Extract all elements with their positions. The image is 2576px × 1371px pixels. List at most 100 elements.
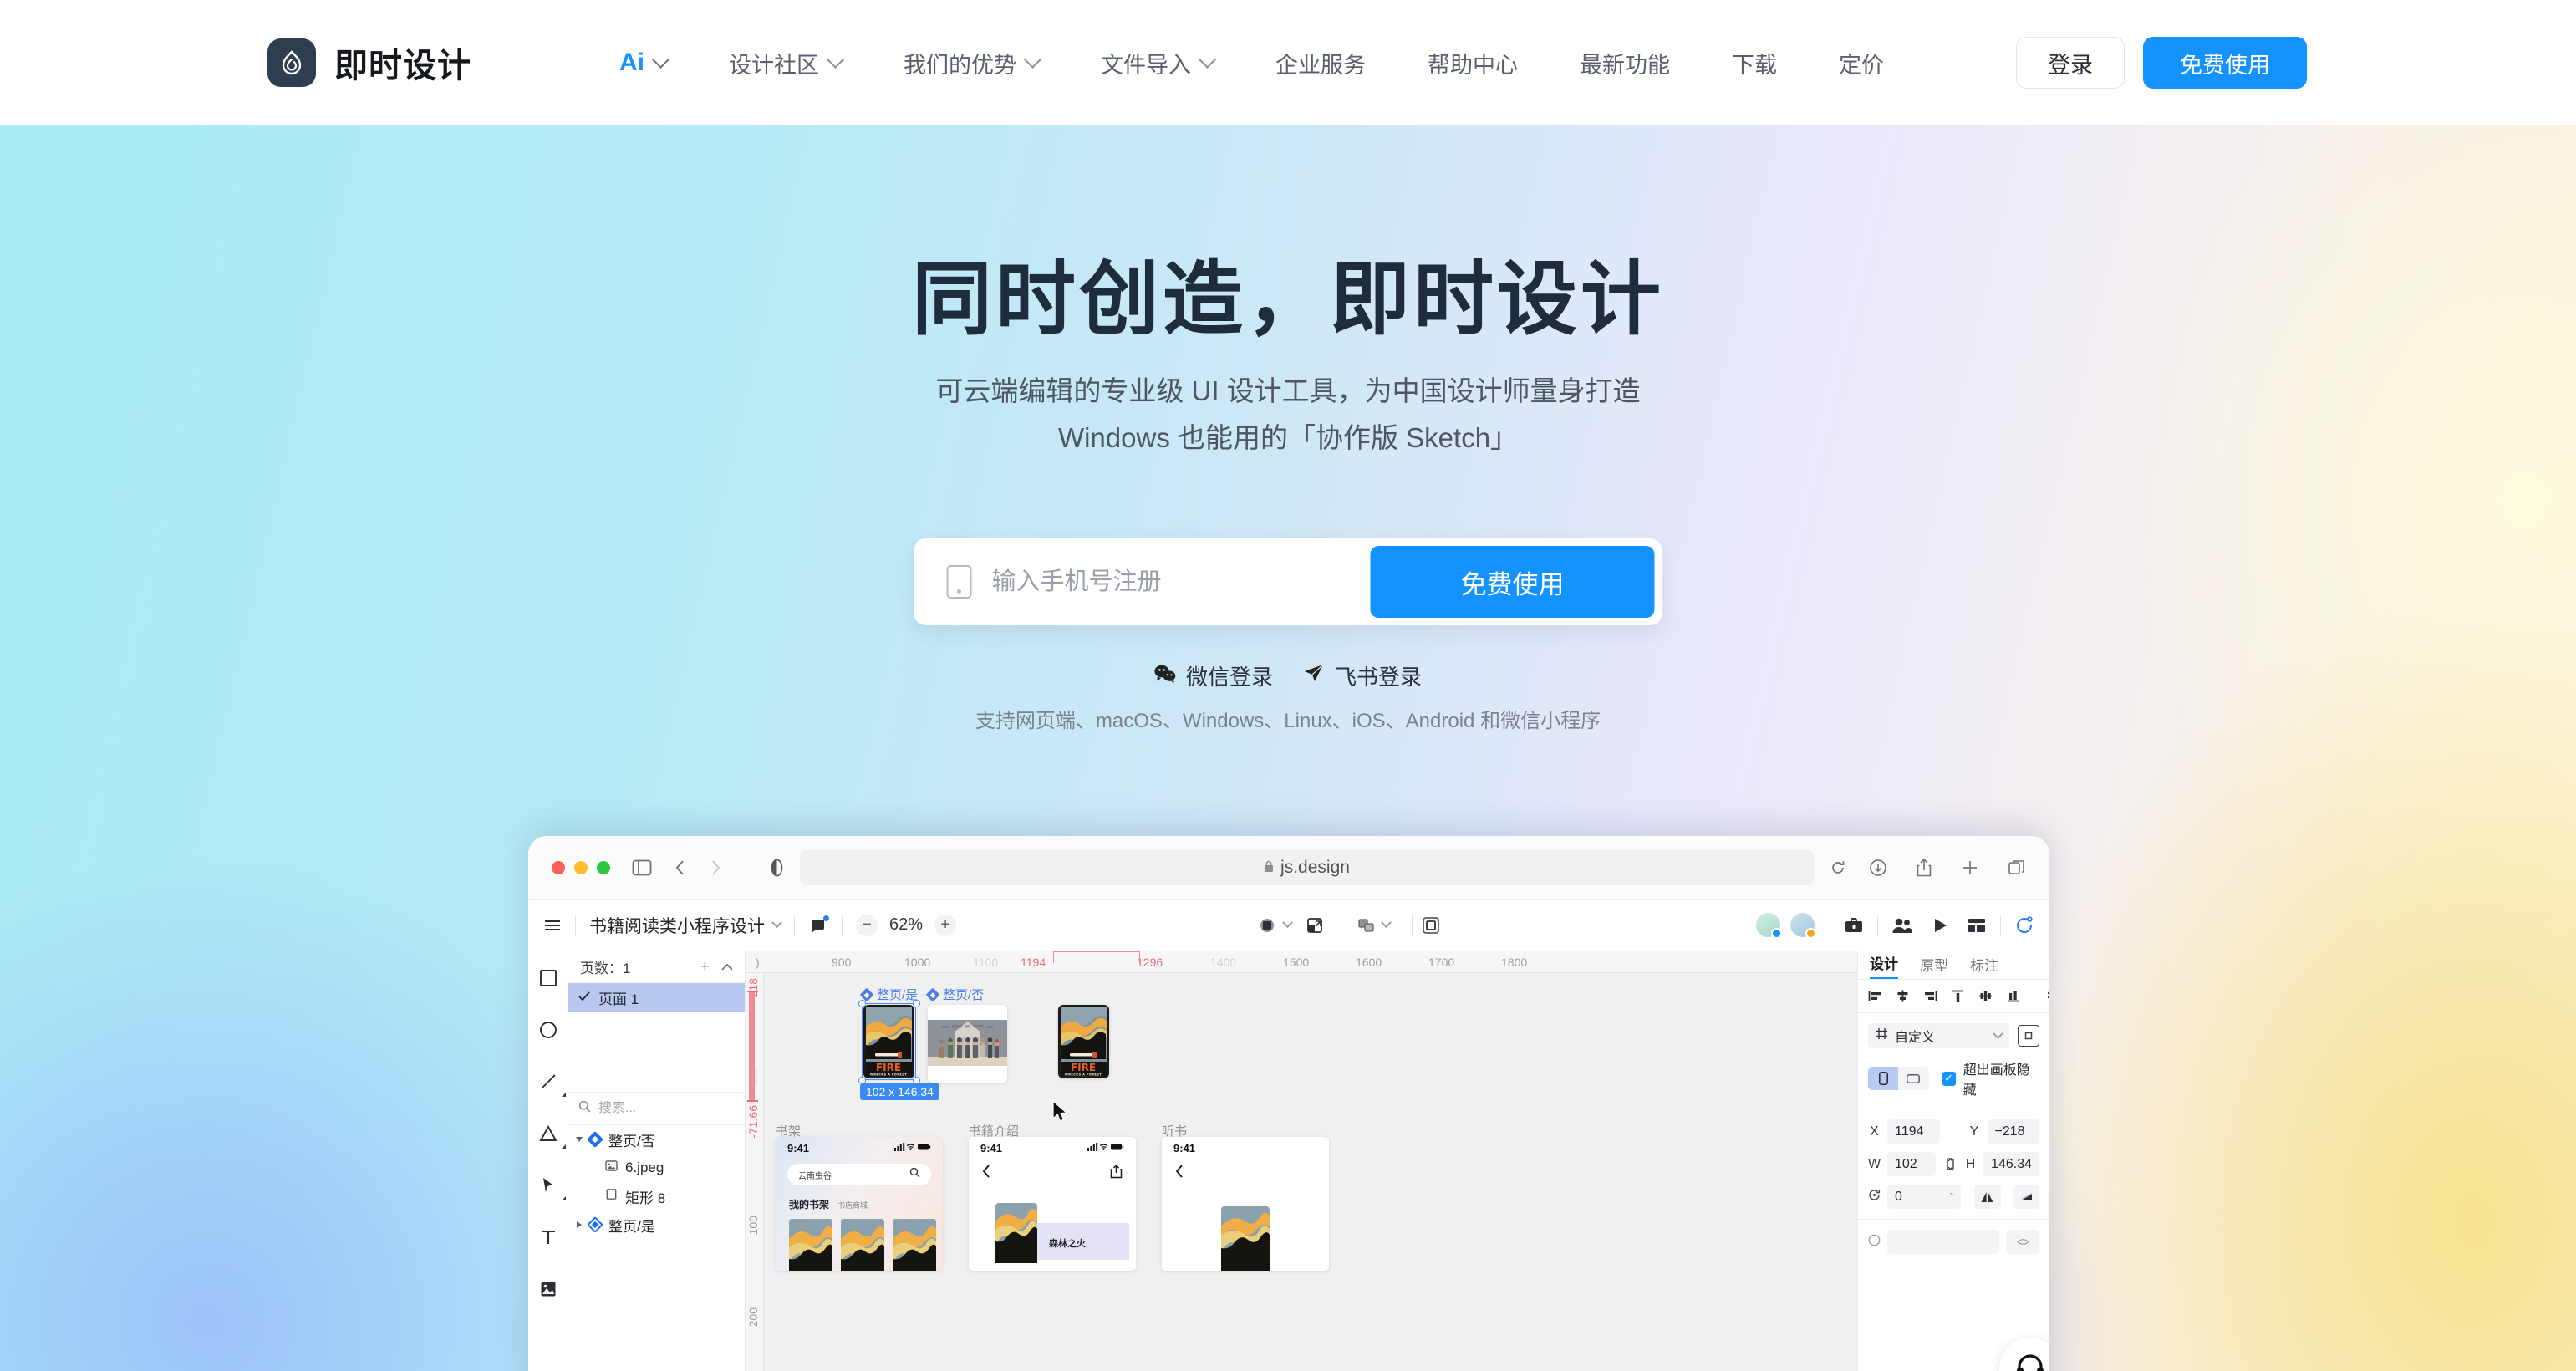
distribute-icon[interactable] — [2047, 991, 2049, 1002]
tab-my-bookshelf[interactable]: 我的书架 — [789, 1197, 829, 1211]
pen-tool[interactable] — [537, 1174, 566, 1200]
tab-bookstore[interactable]: 书店商城 — [837, 1200, 868, 1210]
h-input[interactable]: 146.34 — [1983, 1152, 2039, 1176]
minimize-window-icon[interactable] — [574, 860, 588, 874]
chevron-down-icon[interactable] — [1281, 917, 1293, 929]
nav-item-help[interactable]: 帮助中心 — [1397, 47, 1549, 79]
close-window-icon[interactable] — [552, 860, 565, 874]
brand-logo-group[interactable]: 即时设计 — [267, 38, 471, 87]
w-input[interactable]: 102 — [1887, 1152, 1937, 1176]
nav-item-enterprise[interactable]: 企业服务 — [1245, 47, 1397, 79]
phone-screen-book-detail[interactable]: 9:41 森林之火 — [969, 1137, 1136, 1271]
wechat-login-button[interactable]: 微信登录 — [1154, 660, 1273, 691]
line-tool[interactable] — [537, 1070, 566, 1097]
align-bottom-icon[interactable] — [2006, 990, 2020, 1002]
rotation-input[interactable]: 0 ° — [1887, 1185, 1961, 1209]
nav-item-advantages[interactable]: 我们的优势 — [873, 47, 1070, 79]
hamburger-menu-icon[interactable] — [543, 918, 562, 933]
image-tool[interactable] — [537, 1277, 560, 1301]
align-top-icon[interactable] — [1951, 990, 1965, 1002]
chevron-right-icon[interactable] — [577, 1221, 582, 1228]
frame-icon[interactable] — [1421, 915, 1441, 935]
tool-expand-icon[interactable] — [561, 1093, 566, 1097]
sidebar-toggle-icon[interactable] — [632, 859, 652, 876]
tool-expand-icon[interactable] — [561, 1144, 566, 1149]
x-input[interactable]: 1194 — [1887, 1119, 1940, 1144]
reader-mode-icon[interactable] — [771, 859, 783, 877]
phone-input[interactable] — [971, 568, 1371, 596]
nav-item-whatsnew[interactable]: 最新功能 — [1549, 47, 1701, 79]
nav-item-pricing[interactable]: 定价 — [1808, 47, 1915, 79]
opacity-input[interactable] — [1887, 1230, 1999, 1254]
tab-annotation[interactable]: 标注 — [1970, 954, 1998, 979]
poster-card-secondary[interactable] — [928, 1005, 1007, 1083]
boolean-icon[interactable] — [1356, 916, 1376, 935]
tab-prototype[interactable]: 原型 — [1920, 954, 1948, 979]
chevron-right-icon[interactable] — [576, 1137, 583, 1142]
url-bar[interactable]: js.design — [800, 849, 1814, 885]
plus-icon[interactable]: + — [700, 958, 710, 976]
rectangle-tool[interactable] — [537, 966, 560, 990]
layer-item[interactable]: 6.jpeg — [568, 1154, 745, 1182]
play-icon[interactable] — [1932, 916, 1948, 935]
zoom-out-button[interactable]: − — [856, 914, 878, 936]
ellipse-tool[interactable] — [537, 1018, 560, 1042]
layer-item[interactable]: 矩形 8 — [568, 1182, 745, 1210]
nav-item-ai[interactable]: Ai — [588, 48, 698, 77]
nav-item-import[interactable]: 文件导入 — [1070, 47, 1245, 79]
polygon-tool[interactable] — [537, 1122, 566, 1149]
y-input[interactable]: −218 — [1987, 1119, 2039, 1144]
layout-icon[interactable] — [1967, 916, 1987, 935]
fit-content-icon[interactable] — [2018, 1025, 2039, 1047]
page-list-item[interactable]: 页面 1 — [568, 983, 745, 1012]
clip-content-row[interactable]: ✓ 超出画板隐藏 — [1942, 1058, 2039, 1098]
flip-horizontal-icon[interactable] — [1974, 1185, 2001, 1209]
tab-overview-icon[interactable] — [2008, 859, 2026, 877]
reload-icon[interactable] — [1830, 860, 1845, 875]
tool-expand-icon[interactable] — [561, 1196, 566, 1200]
artboard-label[interactable]: 整页/否 — [925, 986, 984, 1003]
history-icon[interactable] — [2014, 915, 2034, 935]
poster-card-third[interactable]: FIRE WRECKS A FOREST — [1058, 1005, 1109, 1078]
resize-handle[interactable] — [913, 1000, 920, 1007]
orientation-landscape[interactable] — [1898, 1067, 1929, 1090]
mask-icon[interactable] — [1257, 915, 1277, 935]
orientation-portrait[interactable] — [1868, 1067, 1899, 1090]
back-icon[interactable] — [1175, 1165, 1184, 1182]
nav-item-community[interactable]: 设计社区 — [698, 47, 873, 79]
maximize-window-icon[interactable] — [597, 860, 610, 874]
phone-screen-bookshelf[interactable]: 9:41 云南虫谷 我的书架 书店商城 — [776, 1137, 943, 1271]
align-right-icon[interactable] — [1923, 990, 1937, 1002]
download-icon[interactable] — [1869, 859, 1887, 877]
layer-item[interactable]: 整页/否 — [568, 1125, 745, 1154]
nav-item-download[interactable]: 下载 — [1701, 47, 1808, 79]
align-center-h-icon[interactable] — [1896, 990, 1910, 1002]
layer-item[interactable]: 整页/是 — [568, 1210, 745, 1239]
orientation-toggle[interactable] — [1868, 1067, 1929, 1090]
collaborators-icon[interactable] — [1891, 916, 1913, 935]
frame-preset-select[interactable]: 自定义 — [1868, 1023, 2009, 1048]
assets-icon[interactable] — [1844, 916, 1864, 935]
phone-screen-audiobook[interactable]: 9:41 — [1162, 1137, 1329, 1271]
search-icon[interactable] — [909, 1167, 920, 1182]
share-icon[interactable] — [1916, 858, 1932, 878]
collaborator-avatars[interactable] — [1754, 911, 1816, 939]
flip-vertical-icon[interactable] — [2013, 1185, 2039, 1209]
align-middle-v-icon[interactable] — [1978, 990, 1993, 1002]
signup-free-button[interactable]: 免费使用 — [2143, 37, 2307, 89]
export-icon[interactable] — [1305, 915, 1325, 935]
resize-handle[interactable] — [858, 1000, 866, 1007]
text-tool[interactable] — [537, 1226, 560, 1249]
feishu-login-button[interactable]: 飞书登录 — [1303, 660, 1422, 691]
align-left-icon[interactable] — [1868, 990, 1882, 1002]
avatar[interactable] — [1789, 911, 1816, 939]
link-ratio-icon[interactable] — [1942, 1157, 1957, 1171]
document-name-dropdown[interactable]: 书籍阅读类小程序设计 — [589, 913, 782, 938]
share-icon[interactable] — [1110, 1164, 1123, 1183]
signup-submit-button[interactable]: 免费使用 — [1370, 546, 1655, 618]
back-icon[interactable] — [982, 1164, 991, 1183]
book-search-bar[interactable]: 云南虫谷 — [787, 1164, 931, 1185]
new-tab-icon[interactable] — [1961, 859, 1979, 877]
artboard-label[interactable]: 整页/是 — [859, 986, 918, 1003]
tab-design[interactable]: 设计 — [1870, 952, 1898, 979]
